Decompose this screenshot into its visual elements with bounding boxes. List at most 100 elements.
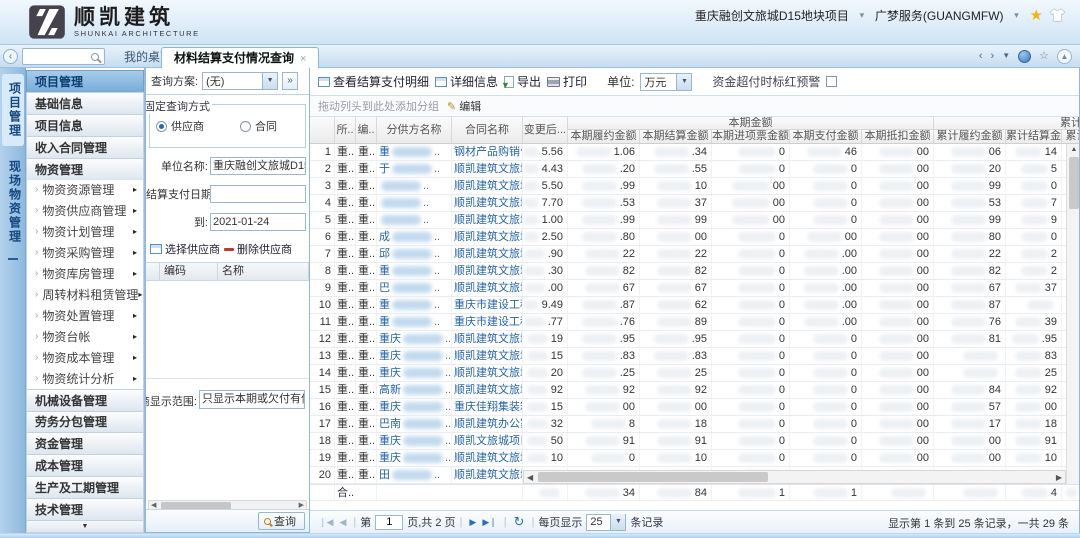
user-caret-icon[interactable]: ▾ [1010,8,1024,22]
sidebar-item[interactable]: ›周转材料租赁管理▸ [26,284,144,305]
supplier-link[interactable]: 重.. [379,263,440,279]
collapse-left-icon[interactable]: ‹ [3,49,18,64]
first-page-icon[interactable]: ❘◀ [319,517,333,528]
project-caret-icon[interactable]: ▾ [855,8,869,22]
radio-contract[interactable] [240,121,251,132]
print-button[interactable]: 打印 [547,73,587,90]
menu-search-input[interactable] [23,50,91,63]
sidebar-item[interactable]: ›物资供应商管理▸ [26,200,144,221]
tab-scroll-left-icon[interactable]: ‹ [979,48,983,64]
scrollbar-thumb[interactable] [1069,157,1079,209]
sidebar-item[interactable]: 机械设备管理 [26,389,144,411]
contract-link[interactable]: 顺凯文旅城项目... [454,433,522,449]
tab-scroll-right-icon[interactable]: › [991,48,995,64]
contract-link[interactable]: 顺凯建筑办公家... [454,416,522,432]
sidebar-item[interactable]: 资金管理 [26,432,144,454]
contract-link[interactable]: 重庆佳翔集装箱... [454,399,522,415]
close-tab-icon[interactable]: × [300,53,306,65]
per-page-select[interactable]: 25 ▼ [586,514,626,531]
supplier-link[interactable]: 重庆.. [379,399,451,415]
settle-date-from-input[interactable] [210,185,306,203]
supplier-link[interactable]: .. [379,212,429,228]
favorite-outline-star-icon[interactable]: ☆ [1039,48,1049,64]
column-header[interactable]: 分供方名称 [377,117,452,144]
column-header[interactable]: 编.. [356,117,377,144]
supplier-link[interactable]: 邱.. [379,246,440,262]
edit-columns-button[interactable]: ✎ 编辑 [447,98,481,114]
column-header[interactable] [310,117,335,144]
column-header[interactable]: 本期结算金额 [640,130,712,144]
mini-checkbox-column[interactable] [146,263,160,280]
project-selector[interactable]: 重庆融创文旅城D15地块项目 [695,7,849,24]
sidebar-item[interactable]: 物资管理 [26,158,144,180]
supplier-link[interactable]: 重.. [379,314,440,330]
collapse-up-icon[interactable]: ▲ [1057,49,1072,64]
page-number-input[interactable] [375,515,403,530]
supplier-link[interactable]: 重庆.. [379,365,451,381]
contract-link[interactable]: 钢材产品购销合同 [454,144,522,160]
contract-link[interactable]: 顺凯建筑文旅城... [454,450,522,466]
sidebar-item[interactable]: ›物资台帐▸ [26,326,144,347]
sidebar-item[interactable]: 技术管理 [26,498,144,520]
contract-link[interactable]: 顺凯建筑文旅城... [454,212,522,228]
supplier-link[interactable]: 巴南.. [379,416,451,432]
sidebar-scroll-down-icon[interactable]: ▼ [26,520,144,533]
contract-link[interactable]: 顺凯建筑文旅城... [454,348,522,364]
column-header[interactable]: 本期进项票金额 [712,130,790,144]
theme-skin-icon[interactable] [1049,8,1066,23]
search-button[interactable]: 查询 [258,512,305,530]
scroll-right-arrow-icon[interactable]: ▶ [1056,472,1062,483]
column-header[interactable]: 所.. [335,117,356,144]
scheme-more-button[interactable]: » [282,72,298,90]
contract-link[interactable]: 顺凯建筑文旅城... [454,331,522,347]
supplier-link[interactable]: 重庆.. [379,433,451,449]
supplier-link[interactable]: 重.. [379,297,440,313]
overpay-warning-checkbox[interactable] [826,76,837,87]
tab-list-caret-icon[interactable]: ▼ [1002,48,1010,64]
supplier-link[interactable]: 巴.. [379,280,440,296]
column-header[interactable]: 累计结算金额 [1006,130,1062,144]
sidebar-item[interactable]: 劳务分包管理 [26,411,144,433]
module-tab-site-material-management[interactable]: 现场物资管理 [2,152,24,252]
column-header[interactable]: 本期支付金额 [790,130,862,144]
sidebar-item[interactable]: ›物资计划管理▸ [26,221,144,242]
supplier-link[interactable]: 重庆.. [379,348,451,364]
supplier-link[interactable]: 重庆.. [379,331,451,347]
sidebar-item[interactable]: ›物资库房管理▸ [26,263,144,284]
sidebar-item[interactable]: 项目信息 [26,114,144,136]
sidebar-item[interactable]: ›物资处置管理▸ [26,305,144,326]
tab-material-settlement-query[interactable]: 材料结算支付情况查询× [161,47,319,68]
supplier-range-select[interactable]: 只显示本期或欠付有值 [199,390,305,409]
scroll-up-arrow-icon[interactable]: ▲ [1067,144,1080,156]
chevron-down-icon[interactable]: ▼ [676,74,691,90]
sidebar-item[interactable]: ›物资采购管理▸ [26,242,144,263]
grid-hscrollbar[interactable]: ◀ ▶ [523,470,1066,484]
sidebar-item[interactable]: 基础信息 [26,92,144,114]
sidebar-item[interactable]: ›物资成本管理▸ [26,347,144,368]
info-button[interactable]: 详细信息 [435,73,498,90]
mini-col-code[interactable]: 编码 [160,263,218,280]
menu-search-box[interactable] [22,48,105,65]
sidebar-item[interactable]: 生产及工期管理 [26,476,144,498]
contract-link[interactable]: 顺凯建筑文旅城... [454,246,522,262]
mini-col-name[interactable]: 名称 [218,263,309,280]
sidebar-item[interactable]: ›物资统计分析▸ [26,368,144,389]
supplier-link[interactable]: 成.. [379,229,440,245]
column-header[interactable]: 合同名称 [452,117,523,144]
sidebar-item[interactable]: 收入合同管理 [26,136,144,158]
refresh-icon[interactable]: ↻ [514,514,525,530]
contract-link[interactable]: 顺凯建筑文旅城... [454,467,522,483]
contract-link[interactable]: 重庆市建设工程... [454,297,522,313]
info-icon[interactable] [1018,50,1031,63]
supplier-link[interactable]: .. [379,178,429,194]
delete-supplier-button[interactable]: 删除供应商 [224,241,292,257]
contract-link[interactable]: 顺凯建筑文旅城... [454,263,522,279]
export-button[interactable]: ▼ 导出 [504,73,541,90]
view-settlement-detail-button[interactable]: 查看结算支付明细 [318,73,429,90]
select-supplier-button[interactable]: 选择供应商 [150,241,220,257]
supplier-link[interactable]: .. [379,195,429,211]
favorites-star-icon[interactable]: ★ [1030,6,1043,24]
contract-link[interactable]: 顺凯建筑文旅城... [454,195,522,211]
column-header[interactable]: 累计 [1062,130,1080,144]
next-page-icon[interactable]: ▶ [469,517,476,528]
